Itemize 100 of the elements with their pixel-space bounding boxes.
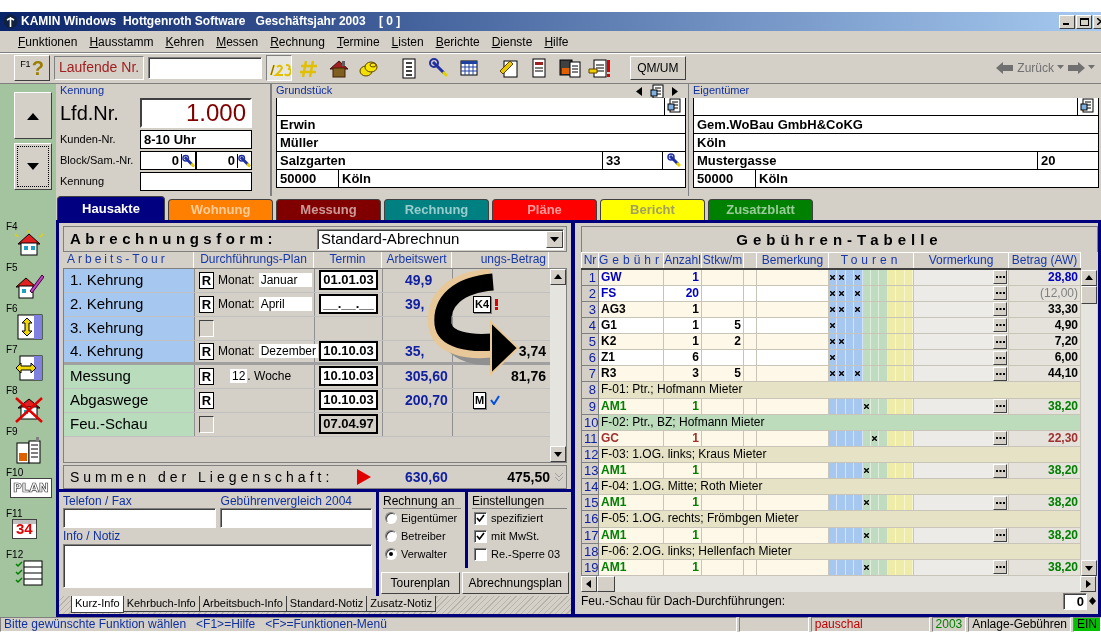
radio-button[interactable] (385, 548, 397, 561)
block-field[interactable]: 0 (196, 151, 252, 170)
tour-cell[interactable] (862, 286, 872, 301)
tour-cell[interactable] (829, 366, 838, 381)
document-pencil-icon[interactable] (497, 57, 521, 79)
kennung-field[interactable] (140, 172, 252, 191)
tour-cell[interactable] (879, 286, 888, 301)
block-field[interactable]: 0 (140, 151, 196, 170)
tour-cell[interactable] (845, 399, 855, 414)
tour-cell[interactable] (854, 269, 863, 285)
more-button[interactable] (993, 302, 1007, 317)
tour-cell[interactable] (904, 318, 913, 333)
tour-cell[interactable] (837, 463, 846, 478)
checkbox[interactable] (474, 547, 487, 561)
notes-field[interactable] (63, 543, 372, 588)
tour-cell[interactable] (879, 318, 888, 333)
tour-cell[interactable] (879, 431, 888, 446)
forward-arrow-icon[interactable] (1067, 62, 1085, 74)
tour-cell[interactable] (871, 463, 880, 478)
tour-cell[interactable] (887, 286, 897, 301)
tour-cell[interactable] (896, 350, 905, 365)
tour-cell[interactable] (862, 560, 872, 575)
tour-cell[interactable] (854, 366, 863, 381)
rhythm-field[interactable] (199, 319, 214, 337)
tour-cell[interactable] (845, 431, 855, 446)
tour-cell[interactable] (837, 560, 846, 575)
tour-cell[interactable] (837, 366, 846, 381)
tour-cell[interactable] (879, 560, 888, 575)
tour-cell[interactable] (871, 350, 880, 365)
rhythm-field[interactable]: R (199, 391, 214, 409)
tour-cell[interactable] (904, 269, 913, 285)
plan-field[interactable]: April (258, 296, 312, 312)
tour-cell[interactable] (887, 399, 897, 414)
previous-record-button[interactable] (14, 92, 52, 139)
tour-cell[interactable] (829, 495, 838, 510)
document-icon[interactable] (650, 84, 664, 98)
tour-cell[interactable] (845, 318, 855, 333)
radio-button[interactable] (385, 530, 397, 543)
kunden-field[interactable]: 8-10 Uhr (140, 130, 252, 149)
checkbox[interactable] (474, 529, 487, 543)
tour-cell[interactable] (871, 318, 880, 333)
menu-item[interactable]: Berichte (429, 34, 486, 50)
house-icon[interactable] (14, 230, 44, 259)
maximize-button[interactable] (1076, 14, 1092, 29)
scroll-thumb[interactable] (597, 576, 615, 592)
tour-cell[interactable] (837, 350, 846, 365)
tour-cell[interactable] (854, 302, 863, 317)
address-field[interactable]: Erwin (277, 116, 685, 133)
tour-cell[interactable] (871, 366, 880, 381)
tour-cell[interactable] (896, 366, 905, 381)
note-tab[interactable]: Kehrbuch-Info (122, 596, 200, 613)
rhythm-field[interactable]: R (199, 367, 214, 385)
tour-cell[interactable] (887, 318, 897, 333)
tour-cell[interactable] (904, 495, 913, 510)
tour-cell[interactable] (871, 302, 880, 317)
checkbox[interactable] (474, 511, 487, 525)
tour-cell[interactable] (854, 463, 863, 478)
count-field[interactable]: 0 (1063, 592, 1087, 610)
more-button[interactable] (993, 399, 1007, 414)
menu-item[interactable]: Messen (210, 34, 265, 50)
street-field[interactable]: Salzgarten (277, 152, 603, 169)
tour-cell[interactable] (879, 495, 888, 510)
tour-cell[interactable] (896, 463, 905, 478)
tour-cell[interactable] (871, 334, 880, 349)
tour-cell[interactable] (829, 302, 838, 317)
crossed-house-icon[interactable] (14, 394, 44, 423)
tour-cell[interactable] (845, 334, 855, 349)
date-field[interactable]: 01.01.03 (319, 270, 378, 291)
horizontal-arrows-icon[interactable] (14, 353, 44, 382)
date-field[interactable]: __.__.__ (319, 294, 378, 315)
more-button[interactable] (993, 366, 1007, 381)
more-button[interactable] (993, 318, 1007, 333)
menu-item[interactable]: Funktionen (12, 34, 84, 50)
tour-cell[interactable] (862, 366, 872, 381)
note-tab[interactable]: Zusatz-Notiz (366, 596, 436, 613)
address-field[interactable]: Müller (277, 134, 685, 151)
next-record-button[interactable] (14, 143, 52, 190)
horizontal-scrollbar[interactable] (581, 576, 1096, 592)
tour-cell[interactable] (829, 269, 838, 285)
tour-cell[interactable] (879, 334, 888, 349)
tour-cell[interactable] (887, 269, 897, 285)
note-tab[interactable]: Kurz-Info (71, 596, 124, 613)
lfd-value-field[interactable]: 1.000 (140, 98, 252, 128)
fax-field[interactable] (219, 508, 372, 529)
tour-cell[interactable] (845, 366, 855, 381)
tour-cell[interactable] (829, 528, 838, 543)
tour-cell[interactable] (854, 431, 863, 446)
tour-cell[interactable] (896, 318, 905, 333)
tour-cell[interactable] (854, 318, 863, 333)
rhythm-field[interactable]: R (199, 295, 214, 313)
tour-cell[interactable] (837, 302, 846, 317)
tour-cell[interactable] (879, 269, 888, 285)
tour-cell[interactable] (887, 431, 897, 446)
tour-cell[interactable] (904, 528, 913, 543)
tour-cell[interactable] (904, 334, 913, 349)
address-field[interactable]: Köln (694, 134, 1098, 151)
tour-cell[interactable] (854, 286, 863, 301)
tour-cell[interactable] (887, 495, 897, 510)
qm-um-button[interactable]: QM/UM (630, 56, 686, 80)
tour-cell[interactable] (837, 286, 846, 301)
